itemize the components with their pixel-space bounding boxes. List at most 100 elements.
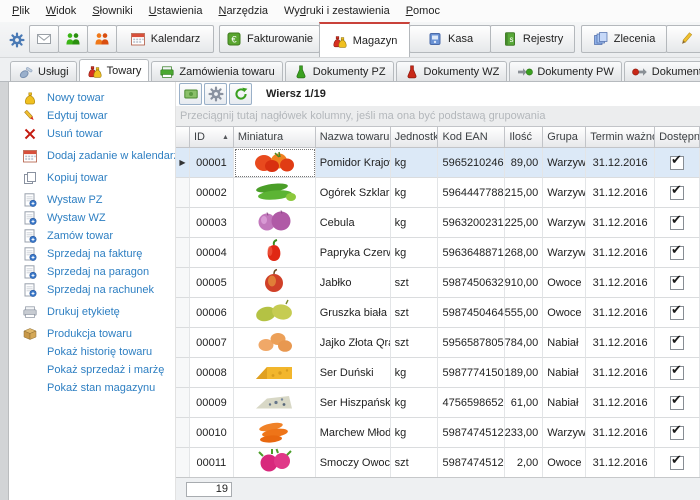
- cell-name[interactable]: Ogórek Szklarniowy: [316, 178, 391, 208]
- cell-name[interactable]: Papryka Czerwona: [316, 238, 391, 268]
- subtab-dokumenty-rw[interactable]: Dokumenty RW: [624, 61, 700, 81]
- cell-qty[interactable]: 61,00: [505, 388, 543, 418]
- cell-thumb[interactable]: [234, 388, 316, 418]
- cell-expiry[interactable]: 31.12.2016: [586, 388, 655, 418]
- cell-thumb[interactable]: [234, 448, 316, 477]
- cell-thumb[interactable]: [234, 178, 316, 208]
- cell-unit[interactable]: szt: [391, 298, 439, 328]
- available-checkbox[interactable]: ✔: [670, 396, 684, 410]
- menu-narzedzia[interactable]: Narzędzia: [210, 2, 276, 20]
- cell-expiry[interactable]: 31.12.2016: [586, 328, 655, 358]
- table-row-00010[interactable]: 00010Marchew Młodakg59874745125562 233,0…: [176, 418, 700, 448]
- column-header-dostepny[interactable]: Dostępny: [655, 126, 700, 148]
- sidebar-item-drukuj-etykiete[interactable]: Drukuj etykietę: [9, 303, 175, 321]
- cell-expiry[interactable]: 31.12.2016: [586, 178, 655, 208]
- cell-qty[interactable]: 268,00: [505, 238, 543, 268]
- cell-available[interactable]: ✔: [655, 178, 700, 208]
- subtab-dokumenty-pw[interactable]: Dokumenty PW: [509, 61, 621, 81]
- settings-gear-button[interactable]: [4, 22, 30, 57]
- cell-unit[interactable]: szt: [391, 448, 439, 477]
- sidebar-item-zamow-towar[interactable]: Zamów towar: [9, 227, 175, 245]
- sidebar-item-wystaw-wz[interactable]: Wystaw WZ: [9, 209, 175, 227]
- cell-id[interactable]: 00001: [190, 148, 234, 178]
- menu-slowniki[interactable]: Słowniki: [84, 2, 140, 20]
- cell-id[interactable]: 00009: [190, 388, 234, 418]
- sidebar-item-sprzedaj-na-fakture[interactable]: Sprzedaj na fakturę: [9, 245, 175, 263]
- cell-id[interactable]: 00010: [190, 418, 234, 448]
- column-header-ilosc[interactable]: Ilość: [505, 126, 543, 148]
- column-header-termin-waznosci[interactable]: Termin ważności: [586, 126, 655, 148]
- cell-ean[interactable]: 5987474512556: [438, 418, 505, 448]
- tab-projekt[interactable]: Projekt: [666, 25, 700, 53]
- cell-expiry[interactable]: 31.12.2016: [586, 268, 655, 298]
- column-header-grupa[interactable]: Grupa: [543, 126, 586, 148]
- cell-group[interactable]: Warzywa: [543, 418, 586, 448]
- cell-ean[interactable]: 4756598652301: [438, 388, 505, 418]
- cell-name[interactable]: Pomidor Krajowy: [316, 148, 391, 178]
- column-header-nazwa-towaru[interactable]: Nazwa towaru: [316, 126, 391, 148]
- table-row-00001[interactable]: ▶00001Pomidor Krajowykg596521024660889,0…: [176, 148, 700, 178]
- cell-ean[interactable]: 5956587805002: [438, 328, 505, 358]
- sidebar-item-kopiuj-towar[interactable]: Kopiuj towar: [9, 169, 175, 187]
- cell-ean[interactable]: 5987474512556: [438, 448, 505, 477]
- sidebar-item-pokaz-sprzedaz-i-marze[interactable]: Pokaż sprzedaż i marżę: [9, 361, 175, 379]
- menu-widok[interactable]: Widok: [38, 2, 85, 20]
- cell-expiry[interactable]: 31.12.2016: [586, 148, 655, 178]
- cell-ean[interactable]: 5987774150211: [438, 358, 505, 388]
- cell-thumb[interactable]: [234, 298, 316, 328]
- table-row-00009[interactable]: 00009Ser Hiszpańskikg475659865230161,00N…: [176, 388, 700, 418]
- cell-available[interactable]: ✔: [655, 448, 700, 477]
- available-checkbox[interactable]: ✔: [670, 246, 684, 260]
- table-row-00007[interactable]: 00007Jajko Złota Qra Lszt595658780500278…: [176, 328, 700, 358]
- group-by-drop-zone[interactable]: Przeciągnij tutaj nagłówek kolumny, jeśl…: [176, 106, 700, 126]
- cell-qty[interactable]: 225,00: [505, 208, 543, 238]
- subtab-dokumenty-wz[interactable]: Dokumenty WZ: [396, 61, 508, 81]
- available-checkbox[interactable]: ✔: [670, 366, 684, 380]
- cell-name[interactable]: Cebula: [316, 208, 391, 238]
- grid-export-button[interactable]: [179, 83, 202, 105]
- tab-zlecenia[interactable]: Zlecenia: [581, 25, 667, 53]
- sidebar-item-sprzedaj-na-paragon[interactable]: Sprzedaj na paragon: [9, 263, 175, 281]
- grid-settings-button[interactable]: [204, 83, 227, 105]
- cell-group[interactable]: Nabiał: [543, 388, 586, 418]
- cell-qty[interactable]: 910,00: [505, 268, 543, 298]
- cell-qty[interactable]: 2 233,00: [505, 418, 543, 448]
- available-checkbox[interactable]: ✔: [670, 216, 684, 230]
- cell-id[interactable]: 00002: [190, 178, 234, 208]
- subtab-zamowienia-towaru[interactable]: Zamówienia towaru: [151, 61, 282, 81]
- cell-thumb[interactable]: [234, 268, 316, 298]
- column-header-kod-ean[interactable]: Kod EAN: [438, 126, 505, 148]
- cell-qty[interactable]: 189,00: [505, 358, 543, 388]
- subtab-towary[interactable]: Towary: [79, 59, 150, 82]
- sidebar-item-edytuj-towar[interactable]: Edytuj towar: [9, 107, 175, 125]
- cell-available[interactable]: ✔: [655, 148, 700, 178]
- cell-unit[interactable]: szt: [391, 328, 439, 358]
- cell-ean[interactable]: 5963200231477: [438, 208, 505, 238]
- available-checkbox[interactable]: ✔: [670, 156, 684, 170]
- sidebar-item-pokaz-historie-towaru[interactable]: Pokaż historię towaru: [9, 343, 175, 361]
- cell-qty[interactable]: 89,00: [505, 148, 543, 178]
- subtab-uslugi[interactable]: Usługi: [10, 61, 77, 81]
- cell-available[interactable]: ✔: [655, 358, 700, 388]
- tab-mail[interactable]: [29, 25, 59, 53]
- cell-available[interactable]: ✔: [655, 388, 700, 418]
- cell-id[interactable]: 00011: [190, 448, 234, 477]
- table-row-00008[interactable]: 00008Ser Duńskikg5987774150211189,00Nabi…: [176, 358, 700, 388]
- cell-group[interactable]: Owoce: [543, 268, 586, 298]
- cell-unit[interactable]: kg: [391, 238, 439, 268]
- cell-ean[interactable]: 5963648871471: [438, 238, 505, 268]
- tab-rejestry[interactable]: sRejestry: [490, 25, 575, 53]
- sidebar-item-nowy-towar[interactable]: Nowy towar: [9, 89, 175, 107]
- cell-id[interactable]: 00008: [190, 358, 234, 388]
- cell-ean[interactable]: 5964447788501: [438, 178, 505, 208]
- cell-unit[interactable]: kg: [391, 178, 439, 208]
- cell-name[interactable]: Ser Hiszpański: [316, 388, 391, 418]
- cell-unit[interactable]: szt: [391, 268, 439, 298]
- cell-id[interactable]: 00005: [190, 268, 234, 298]
- grid-refresh-button[interactable]: [229, 83, 252, 105]
- tab-contacts[interactable]: [58, 25, 88, 53]
- cell-unit[interactable]: kg: [391, 208, 439, 238]
- cell-group[interactable]: Warzywa: [543, 148, 586, 178]
- table-row-00006[interactable]: 00006Gruszka białaszt5987450464448555,00…: [176, 298, 700, 328]
- menu-plik[interactable]: Plik: [4, 2, 38, 20]
